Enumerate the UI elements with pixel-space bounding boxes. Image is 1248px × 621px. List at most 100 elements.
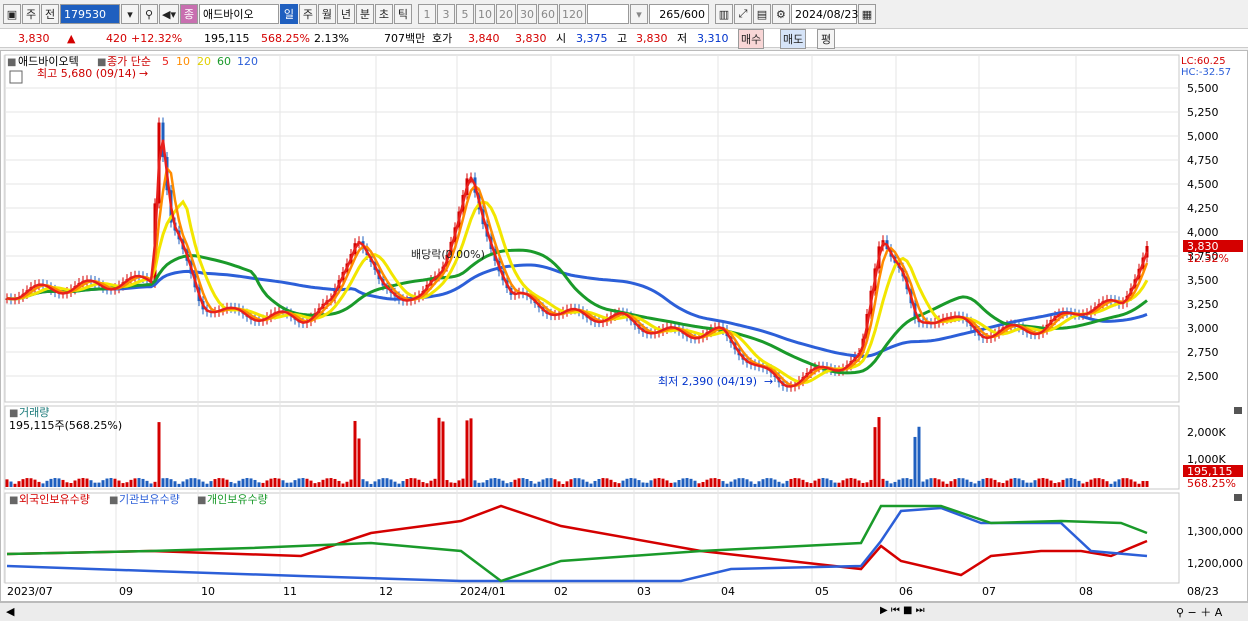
volume-bar <box>413 478 417 487</box>
volume-bar <box>297 478 301 487</box>
holdings-close-icon[interactable] <box>1234 494 1242 501</box>
period-second[interactable]: 초 <box>374 4 393 24</box>
x-axis-label: 05 <box>815 585 829 598</box>
candle-icon[interactable]: ▥ <box>714 4 733 24</box>
volume-bar <box>269 478 273 487</box>
period-year[interactable]: 년 <box>336 4 355 24</box>
volume-bar <box>997 482 1001 487</box>
interval-dropdown[interactable]: ▾ <box>629 4 648 24</box>
search-icon[interactable]: ⚲ <box>140 4 158 24</box>
volume-bar <box>993 479 997 487</box>
interval-5[interactable]: 5 <box>455 4 474 24</box>
legend-ma20: 20 <box>197 55 211 68</box>
chart-menu-icon[interactable]: ▣ <box>3 4 21 24</box>
zoom-controls[interactable]: ⚲ − ＋ A <box>1176 604 1222 620</box>
volume-bar <box>833 482 837 487</box>
interval-20[interactable]: 20 <box>495 4 516 24</box>
volume-bar <box>145 480 149 487</box>
stock-badge: 종 <box>179 4 198 24</box>
interval-3[interactable]: 3 <box>436 4 455 24</box>
high-annotation: 최고 5,680 (09/14) <box>37 67 136 80</box>
period-minute[interactable]: 분 <box>355 4 374 24</box>
volume-bar <box>493 478 497 487</box>
gear-icon[interactable]: ⚙ <box>771 4 790 24</box>
market-select[interactable]: 주 <box>22 4 40 24</box>
interval-10[interactable]: 10 <box>474 4 495 24</box>
volume-bar <box>929 478 933 487</box>
period-day[interactable]: 일 <box>279 4 298 24</box>
volume-bar <box>821 478 825 487</box>
volume-bar <box>113 478 117 487</box>
x-axis-label: 03 <box>637 585 651 598</box>
sell-button[interactable]: 매도 <box>780 29 807 49</box>
interval-30[interactable]: 30 <box>516 4 537 24</box>
volume-bar <box>137 478 141 487</box>
count-input[interactable]: 265/600 <box>648 4 709 24</box>
volume-bar <box>281 480 285 487</box>
volume-bar <box>1089 479 1093 487</box>
volume-bar <box>981 478 985 487</box>
volume-bar <box>469 418 473 487</box>
scroll-controls[interactable]: ▶ ⏮ ■ ⏭ <box>880 605 925 616</box>
scroll-left-icon[interactable]: ◀ <box>6 605 14 618</box>
volume-bar <box>293 480 297 487</box>
volume: 195,115 <box>204 31 250 45</box>
volume-bar <box>409 478 413 487</box>
volume-close-icon[interactable] <box>1234 407 1242 414</box>
turnover: 2.13% <box>314 31 349 45</box>
volume-bar <box>365 481 369 487</box>
volume-bar <box>233 483 237 487</box>
volume-bar <box>125 482 129 487</box>
save-icon[interactable]: ▤ <box>752 4 771 24</box>
volume-bar <box>549 478 553 487</box>
volume-bar <box>417 479 421 487</box>
calendar-icon[interactable]: ▦ <box>857 4 876 24</box>
chart-area[interactable]: 5,500 5,250 5,000 4,750 4,500 4,250 4,000 3,750… <box>0 50 1248 602</box>
volume-bar <box>189 478 193 487</box>
code-dropdown[interactable]: ▾ <box>121 4 139 24</box>
avg-button[interactable]: 평 <box>817 29 835 49</box>
volume-bar <box>9 481 13 487</box>
date-input[interactable]: 2024/08/23 <box>790 4 858 24</box>
volume-bar <box>457 480 461 487</box>
interval-120[interactable]: 120 <box>558 4 586 24</box>
volume-bar <box>1069 478 1073 487</box>
volume-bar <box>801 479 805 487</box>
interval-60[interactable]: 60 <box>537 4 558 24</box>
volume-bar <box>985 478 989 487</box>
legend-ma10: 10 <box>176 55 190 68</box>
volume-bar <box>369 483 373 487</box>
volume-bar <box>957 478 961 487</box>
volume-bar <box>585 481 589 487</box>
scrollbar[interactable]: ◀ ▶ ⏮ ■ ⏭ ⚲ − ＋ A <box>0 602 1248 621</box>
legend-ma5: 5 <box>162 55 169 68</box>
volume-bar <box>501 480 505 487</box>
volume-bar <box>337 480 341 487</box>
volume-bar <box>697 483 701 487</box>
table-icon[interactable] <box>9 70 23 84</box>
scale-icon[interactable]: ⤢ <box>733 4 752 24</box>
volume-bar <box>945 483 949 487</box>
period-week[interactable]: 주 <box>298 4 317 24</box>
type-select[interactable]: 전 <box>41 4 59 24</box>
interval-1[interactable]: 1 <box>417 4 436 24</box>
interval-input[interactable] <box>586 4 629 24</box>
volume-bar <box>1025 482 1029 487</box>
volume-bar <box>253 479 257 487</box>
change: 420 <box>106 31 127 45</box>
volume-bar <box>453 482 457 487</box>
buy-button[interactable]: 매수 <box>738 29 765 49</box>
volume-dot: ■ <box>9 408 18 419</box>
volume-bar <box>261 482 265 487</box>
period-tick[interactable]: 틱 <box>393 4 412 24</box>
volume-bar <box>1141 481 1145 487</box>
speaker-icon[interactable]: ◀▾ <box>159 4 179 24</box>
code-input[interactable]: 179530 <box>60 4 120 24</box>
volume-bar <box>645 482 649 487</box>
volume-bar <box>265 480 269 487</box>
volume-bar <box>1005 480 1009 487</box>
volume-bar <box>153 481 157 487</box>
period-month[interactable]: 월 <box>317 4 336 24</box>
volume-bar <box>529 481 533 487</box>
chart-svg: 5,5005,2505,0004,7504,5004,2504,0003,750… <box>3 54 1243 598</box>
